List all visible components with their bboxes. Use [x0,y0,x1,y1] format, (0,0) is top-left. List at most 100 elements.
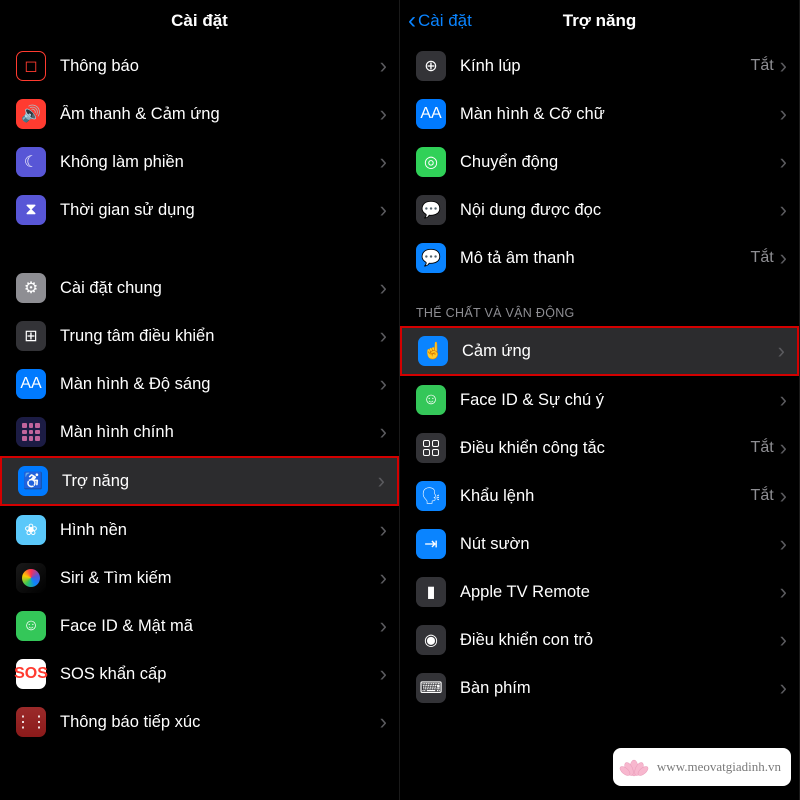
row-hourglass[interactable]: ⧗Thời gian sử dụng› [0,186,399,234]
row-faceid[interactable]: ☺Face ID & Mật mã› [0,602,399,650]
row-label: Không làm phiền [60,153,380,172]
chevron-right-icon: › [380,663,387,685]
row-label: Mô tả âm thanh [460,249,751,268]
chevron-right-icon: › [380,103,387,125]
settings-list[interactable]: ◻Thông báo›🔊Âm thanh & Cảm ứng›☾Không là… [0,42,399,800]
row-label: Thời gian sử dụng [60,201,380,220]
wallpaper-icon: ❀ [16,515,46,545]
chevron-right-icon: › [780,677,787,699]
audiodesc-icon: 💬 [416,243,446,273]
chevron-right-icon: › [780,199,787,221]
row-label: Nội dung được đọc [460,201,780,220]
back-label: Cài đặt [418,11,472,31]
row-pointer[interactable]: ◉ Điều khiển con trỏ› [400,616,799,664]
row-wallpaper[interactable]: ❀ Hình nền› [0,506,399,554]
row-label: Thông báo [60,57,380,76]
row-accessibility[interactable]: ♿Trợ năng› [0,456,399,506]
row-label: Điều khiển công tắc [460,439,751,458]
chevron-right-icon: › [778,340,785,362]
page-title: Cài đặt [171,11,228,31]
chevron-right-icon: › [780,103,787,125]
row-label: Nút sườn [460,535,780,554]
row-sound[interactable]: 🔊Âm thanh & Cảm ứng› [0,90,399,138]
pointer-icon: ◉ [416,625,446,655]
lotus-icon [619,750,649,787]
siri-icon [16,563,46,593]
chevron-right-icon: › [780,581,787,603]
keyboard-icon: ⌨ [416,673,446,703]
left-header: Cài đặt [0,0,399,42]
row-label: SOS khẩn cấp [60,665,380,684]
row-spoken[interactable]: 💬Nội dung được đọc› [400,186,799,234]
row-status: Tắt [751,57,774,75]
row-textsize[interactable]: AAMàn hình & Cỡ chữ› [400,90,799,138]
row-label: Màn hình chính [60,423,380,442]
voice-icon: 🗣 [416,481,446,511]
row-keyboard[interactable]: ⌨ Bàn phím› [400,664,799,712]
magnifier-icon: ⊕ [416,51,446,81]
switch-icon [416,433,446,463]
page-title: Trợ năng [563,11,636,31]
watermark-badge: www.meovatgiadinh.vn [613,748,791,786]
chevron-right-icon: › [380,615,387,637]
row-faceid[interactable]: ☺Face ID & Sự chú ý› [400,376,799,424]
chevron-right-icon: › [380,55,387,77]
accessibility-panel: ‹ Cài đặt Trợ năng ⊕Kính lúpTắt›AAMàn hì… [400,0,800,800]
row-label: Cảm ứng [462,342,778,361]
row-voice[interactable]: 🗣Khẩu lệnhTắt› [400,472,799,520]
chevron-right-icon: › [380,711,387,733]
chevron-right-icon: › [380,421,387,443]
row-gear[interactable]: ⚙Cài đặt chung› [0,264,399,312]
sound-icon: 🔊 [16,99,46,129]
row-label: Cài đặt chung [60,279,380,298]
row-notification-outline[interactable]: ◻Thông báo› [0,42,399,90]
row-siri[interactable]: Siri & Tìm kiếm› [0,554,399,602]
chevron-right-icon: › [780,629,787,651]
row-label: Điều khiển con trỏ [460,631,780,650]
section-header-physical: THỂ CHẤT VÀ VẬN ĐỘNG [400,282,799,326]
row-label: Khẩu lệnh [460,487,751,506]
row-label: Siri & Tìm kiếm [60,569,380,588]
row-display[interactable]: AAMàn hình & Độ sáng› [0,360,399,408]
sidebutton-icon: ⇥ [416,529,446,559]
row-moon[interactable]: ☾Không làm phiền› [0,138,399,186]
row-label: Thông báo tiếp xúc [60,713,380,732]
faceid-icon: ☺ [416,385,446,415]
chevron-left-icon: ‹ [408,9,416,33]
row-label: Chuyển động [460,153,780,172]
chevron-right-icon: › [780,55,787,77]
chevron-right-icon: › [780,485,787,507]
chevron-right-icon: › [380,519,387,541]
accessibility-icon: ♿ [18,466,48,496]
chevron-right-icon: › [780,533,787,555]
row-status: Tắt [751,249,774,267]
row-toggle[interactable]: ⊞Trung tâm điều khiển› [0,312,399,360]
row-switch[interactable]: Điều khiển công tắcTắt › [400,424,799,472]
back-button[interactable]: ‹ Cài đặt [408,0,472,42]
row-label: Face ID & Mật mã [60,617,380,636]
sos-icon: SOS [16,659,46,689]
row-touch[interactable]: ☝Cảm ứng› [400,326,799,376]
row-label: Bàn phím [460,679,780,698]
grid-icon [16,417,46,447]
row-label: Màn hình & Độ sáng [60,375,380,394]
row-audiodesc[interactable]: 💬Mô tả âm thanhTắt› [400,234,799,282]
chevron-right-icon: › [380,277,387,299]
chevron-right-icon: › [380,373,387,395]
row-magnifier[interactable]: ⊕Kính lúpTắt› [400,42,799,90]
row-exposure[interactable]: ⋮⋮Thông báo tiếp xúc› [0,698,399,746]
row-label: Hình nền [60,521,380,540]
chevron-right-icon: › [378,470,385,492]
row-status: Tắt [751,439,774,457]
row-grid[interactable]: Màn hình chính› [0,408,399,456]
row-remote[interactable]: ▮Apple TV Remote› [400,568,799,616]
row-label: Face ID & Sự chú ý [460,391,780,410]
right-header: ‹ Cài đặt Trợ năng [400,0,799,42]
chevron-right-icon: › [780,437,787,459]
row-sidebutton[interactable]: ⇥ Nút sườn› [400,520,799,568]
accessibility-list[interactable]: ⊕Kính lúpTắt›AAMàn hình & Cỡ chữ›◎Chuyển… [400,42,799,800]
row-sos[interactable]: SOS SOS khẩn cấp› [0,650,399,698]
remote-icon: ▮ [416,577,446,607]
row-motion[interactable]: ◎Chuyển động› [400,138,799,186]
motion-icon: ◎ [416,147,446,177]
